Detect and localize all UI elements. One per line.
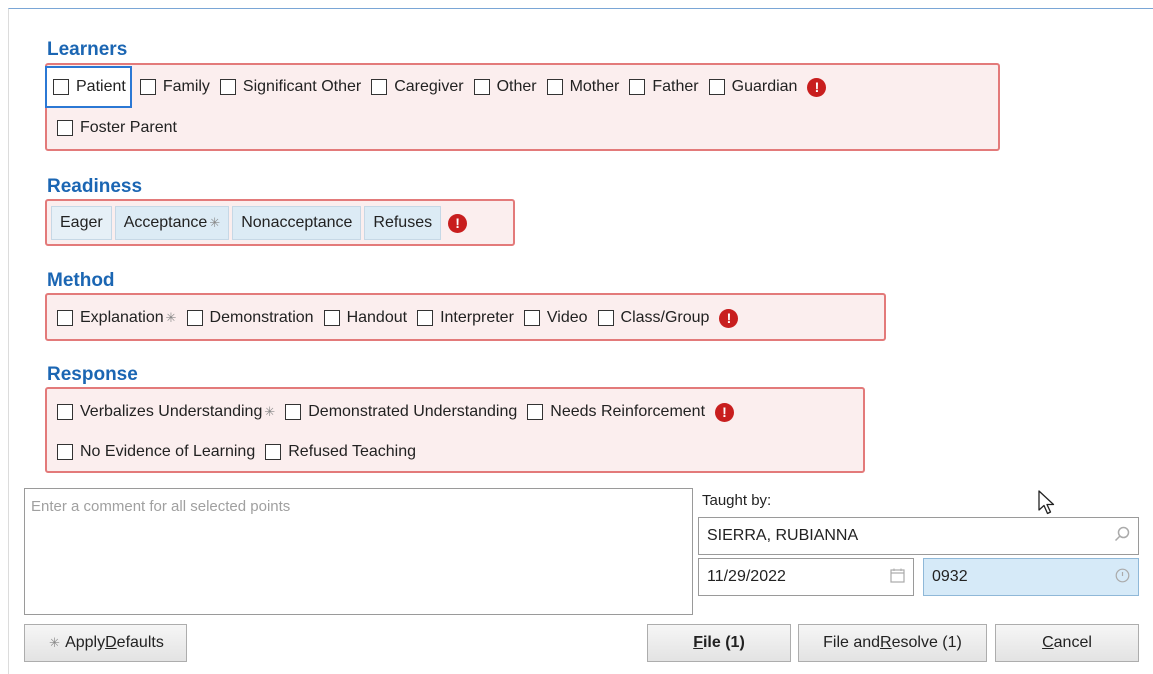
date-field[interactable]: 11/29/2022 <box>698 558 914 596</box>
checkbox-box[interactable] <box>57 120 73 136</box>
method-title: Method <box>47 270 115 291</box>
learner-patient-checkbox[interactable]: Patient <box>45 66 132 108</box>
learners-group: Patient Family Significant Other Caregiv… <box>45 63 1000 151</box>
checkbox-box[interactable] <box>285 404 302 420</box>
exclamation-circle-icon: ! <box>448 213 468 233</box>
readiness-acceptance-option[interactable]: Acceptance ✳ <box>114 206 230 240</box>
response-no-evidence-checkbox[interactable]: No Evidence of Learning <box>57 438 255 466</box>
response-title: Response <box>47 364 138 385</box>
mouse-pointer-icon <box>1038 490 1056 521</box>
learner-mother-checkbox[interactable]: Mother <box>546 73 619 101</box>
checkbox-box[interactable] <box>708 79 725 95</box>
method-explanation-checkbox[interactable]: Explanation ✳ <box>57 304 177 332</box>
asterisk-icon: ✳ <box>49 635 61 650</box>
checkbox-box[interactable] <box>265 444 282 460</box>
search-icon[interactable] <box>1114 526 1130 546</box>
checkbox-box[interactable] <box>57 310 73 326</box>
checkbox-box[interactable] <box>523 310 540 326</box>
readiness-title: Readiness <box>47 176 143 197</box>
checkbox-box[interactable] <box>527 404 544 420</box>
checkbox-box[interactable] <box>597 310 614 326</box>
checkbox-box[interactable] <box>53 79 69 95</box>
method-demonstration-checkbox[interactable]: Demonstration <box>186 304 314 332</box>
checkbox-box[interactable] <box>546 79 563 95</box>
checkbox-box[interactable] <box>57 444 73 460</box>
response-needs-reinforcement-checkbox[interactable]: Needs Reinforcement <box>527 398 705 426</box>
learner-family-checkbox[interactable]: Family <box>139 73 210 101</box>
learners-title: Learners <box>47 39 128 60</box>
checkbox-box[interactable] <box>371 79 388 95</box>
checkbox-box[interactable] <box>219 79 236 95</box>
readiness-group: Eager Acceptance ✳ Nonacceptance Refuses … <box>45 199 515 246</box>
checkbox-box[interactable] <box>57 404 73 420</box>
response-verbalizes-understanding-checkbox[interactable]: Verbalizes Understanding ✳ <box>57 398 275 426</box>
cancel-button[interactable]: Cancel <box>995 624 1139 662</box>
readiness-refuses-option[interactable]: Refuses <box>364 206 442 240</box>
learner-caregiver-checkbox[interactable]: Caregiver <box>371 73 464 101</box>
apply-defaults-button[interactable]: ✳ Apply Defaults <box>24 624 187 662</box>
checkbox-box[interactable] <box>186 310 203 326</box>
learner-foster-parent-checkbox[interactable]: Foster Parent <box>57 114 177 142</box>
learner-father-checkbox[interactable]: Father <box>629 73 699 101</box>
learner-guardian-checkbox[interactable]: Guardian <box>708 73 797 101</box>
method-class-group-checkbox[interactable]: Class/Group <box>597 304 709 332</box>
response-group: Verbalizes Understanding ✳ Demonstrated U… <box>45 387 865 473</box>
calendar-icon[interactable] <box>890 568 905 587</box>
checkbox-box[interactable] <box>139 79 156 95</box>
checkbox-box[interactable] <box>629 79 646 95</box>
comment-textarea[interactable]: Enter a comment for all selected points <box>24 488 693 615</box>
asterisk-icon: ✳ <box>264 404 276 419</box>
checkbox-box[interactable] <box>473 79 490 95</box>
clock-icon[interactable] <box>1115 568 1130 587</box>
readiness-nonacceptance-option[interactable]: Nonacceptance <box>232 206 362 240</box>
response-demonstrated-understanding-checkbox[interactable]: Demonstrated Understanding <box>285 398 517 426</box>
comment-placeholder: Enter a comment for all selected points <box>31 498 291 515</box>
exclamation-circle-icon: ! <box>719 308 739 328</box>
method-video-checkbox[interactable]: Video <box>523 304 588 332</box>
response-refused-teaching-checkbox[interactable]: Refused Teaching <box>265 438 416 466</box>
learner-significant-other-checkbox[interactable]: Significant Other <box>219 73 361 101</box>
checkbox-box[interactable] <box>323 310 340 326</box>
asterisk-icon: ✳ <box>165 310 177 325</box>
asterisk-icon: ✳ <box>209 215 221 230</box>
file-and-resolve-button[interactable]: File and Resolve (1) <box>798 624 987 662</box>
method-group: Explanation ✳ Demonstration Handout Inter… <box>45 293 886 341</box>
readiness-eager-option[interactable]: Eager <box>51 206 112 240</box>
exclamation-circle-icon: ! <box>807 77 827 97</box>
file-button[interactable]: File (1) <box>647 624 791 662</box>
taught-by-label: Taught by: <box>702 492 772 509</box>
checkbox-box[interactable] <box>417 310 434 326</box>
taught-by-field[interactable]: SIERRA, RUBIANNA <box>698 517 1139 555</box>
method-interpreter-checkbox[interactable]: Interpreter <box>417 304 514 332</box>
method-handout-checkbox[interactable]: Handout <box>323 304 407 332</box>
learner-other-checkbox[interactable]: Other <box>473 73 537 101</box>
exclamation-circle-icon: ! <box>715 402 735 422</box>
time-field[interactable]: 0932 <box>923 558 1139 596</box>
